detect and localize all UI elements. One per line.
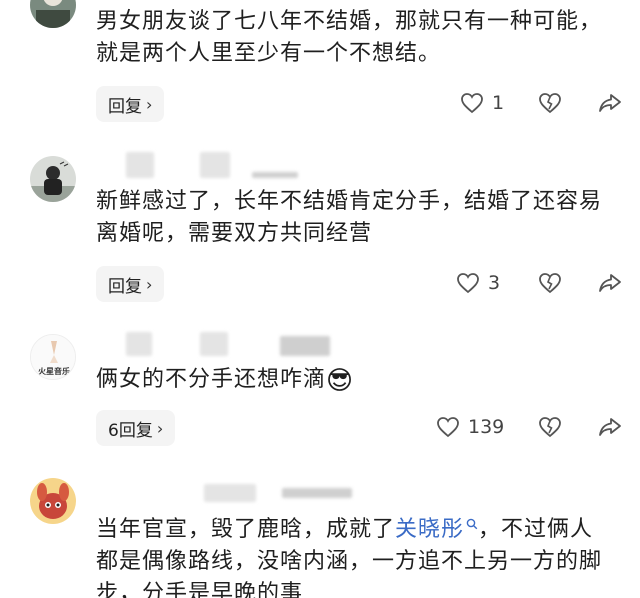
dislike-button[interactable] bbox=[538, 272, 562, 294]
comment-text: 新鲜感过了，长年不结婚肯定分手，结婚了还容易离婚呢，需要双方共同经营 bbox=[96, 189, 603, 246]
comment-text-before: 当年官宣，毁了鹿晗，成就了 bbox=[96, 517, 396, 542]
broken-heart-icon bbox=[538, 272, 562, 294]
comment-text: 俩女的不分手还想咋滴😎 bbox=[96, 364, 616, 397]
avatar[interactable] bbox=[30, 156, 76, 202]
like-button[interactable]: 3 bbox=[456, 272, 500, 294]
dislike-button[interactable] bbox=[538, 416, 562, 438]
avatar[interactable]: 火星音乐 bbox=[30, 334, 76, 380]
chevron-right-icon: › bbox=[146, 274, 153, 294]
username-redacted bbox=[252, 172, 298, 178]
avatar-text: 火星音乐 bbox=[38, 367, 70, 376]
avatar[interactable] bbox=[30, 0, 76, 28]
comment-text: 男女朋友谈了七八年不结婚，那就只有一种可能，就是两个人里至少有一个不想结。 bbox=[96, 9, 603, 66]
sunglasses-emoji: 😎 bbox=[326, 366, 355, 396]
dislike-button[interactable] bbox=[538, 92, 562, 114]
heart-icon bbox=[456, 272, 480, 294]
reply-button[interactable]: 6回复 › bbox=[96, 410, 176, 446]
share-button[interactable] bbox=[598, 416, 622, 438]
chevron-right-icon: › bbox=[156, 418, 164, 438]
username-redacted bbox=[204, 484, 256, 502]
share-icon bbox=[598, 416, 622, 438]
mention-link[interactable]: 关晓彤 bbox=[395, 517, 478, 542]
heart-icon bbox=[460, 92, 484, 114]
broken-heart-icon bbox=[538, 92, 562, 114]
username-redacted bbox=[200, 332, 228, 356]
username-redacted bbox=[126, 332, 152, 356]
like-button[interactable]: 139 bbox=[436, 416, 504, 438]
reply-button[interactable]: 回复 › bbox=[96, 266, 165, 302]
chevron-right-icon: › bbox=[146, 94, 153, 114]
mention-name: 关晓彤 bbox=[395, 517, 465, 542]
reply-label: 回复 bbox=[108, 96, 142, 117]
like-count: 1 bbox=[492, 92, 505, 114]
share-button[interactable] bbox=[598, 92, 622, 114]
comment-text-body: 俩女的不分手还想咋滴 bbox=[96, 367, 327, 392]
comment-text: 当年官宣，毁了鹿晗，成就了关晓彤 ，不过俩人都是偶像路线，没啥内涵，一方追不上另一… bbox=[96, 508, 616, 598]
like-button[interactable]: 1 bbox=[460, 92, 504, 114]
broken-heart-icon bbox=[538, 416, 562, 438]
reply-label: 6回复 bbox=[108, 420, 153, 441]
search-icon bbox=[466, 508, 478, 540]
like-count: 139 bbox=[468, 416, 505, 438]
avatar[interactable] bbox=[30, 478, 76, 524]
username-redacted bbox=[280, 336, 330, 356]
username-redacted bbox=[126, 152, 154, 178]
reply-label: 回复 bbox=[108, 276, 142, 297]
share-icon bbox=[598, 272, 622, 294]
share-button[interactable] bbox=[598, 272, 622, 294]
share-icon bbox=[598, 92, 622, 114]
like-count: 3 bbox=[488, 272, 501, 294]
username-redacted bbox=[282, 488, 352, 498]
username-redacted bbox=[200, 152, 230, 178]
heart-icon bbox=[436, 416, 460, 438]
reply-button[interactable]: 回复 › bbox=[96, 86, 165, 122]
